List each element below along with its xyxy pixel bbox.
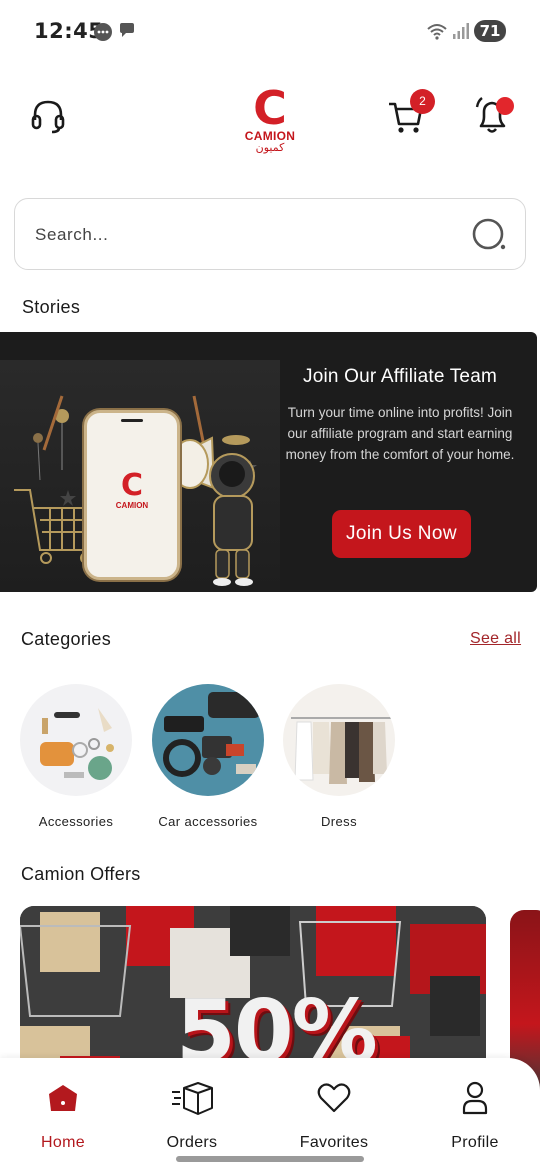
banner-title: Join Our Affiliate Team <box>303 366 497 387</box>
see-all-link[interactable]: See all <box>470 630 521 648</box>
battery-level: 71 <box>474 20 506 42</box>
signal-icon <box>453 23 469 39</box>
message-icon <box>120 23 134 37</box>
category-image <box>152 684 264 796</box>
nav-orders[interactable]: Orders <box>137 1078 247 1152</box>
home-icon <box>8 1078 118 1118</box>
nav-home-label: Home <box>41 1134 85 1151</box>
stories-title: Stories <box>22 297 81 317</box>
category-dress[interactable]: Dress <box>274 684 404 829</box>
phone-logo-letter: C <box>120 468 144 503</box>
nav-home[interactable]: Home <box>8 1078 118 1152</box>
category-car-accessories[interactable]: Car accessories <box>143 684 273 829</box>
phone-logo-name: CAMION <box>115 501 149 510</box>
category-image <box>20 684 132 796</box>
gesture-bar <box>176 1156 364 1162</box>
category-label: Accessories <box>38 814 114 829</box>
offers-title: Camion Offers <box>21 864 141 884</box>
category-label: Dress <box>321 814 357 829</box>
category-image <box>283 684 395 796</box>
camion-logo: C CAMION كميون <box>238 81 302 154</box>
chat-bubble-icon <box>94 23 112 41</box>
status-bar: 12:45 71 <box>0 0 540 62</box>
logo-arabic: كميون <box>255 141 285 154</box>
car-accessories-image <box>163 692 260 777</box>
accessories-image <box>40 708 114 780</box>
phone-mockup: C CAMION <box>84 410 180 580</box>
category-label: Car accessories <box>158 814 258 829</box>
affiliate-banner[interactable]: C CAMION Join Our Affiliate Team Turn yo… <box>0 332 537 592</box>
search-input[interactable] <box>35 219 455 251</box>
logo-letter: C <box>253 81 287 135</box>
box-icon <box>137 1078 247 1118</box>
support-button[interactable] <box>26 94 70 138</box>
home-screen: 12:45 71 C CAMION كميون 2 Search... Stor… <box>0 0 540 1170</box>
cart-count-badge: 2 <box>410 89 435 114</box>
join-us-button[interactable]: Join Us Now <box>332 510 471 558</box>
person-icon <box>420 1078 530 1118</box>
banner-text: Turn your time online into profits! Join… <box>285 405 515 462</box>
banner-illustration: C CAMION <box>0 360 280 592</box>
search-bar[interactable] <box>14 198 526 270</box>
search-icon[interactable] <box>470 216 510 256</box>
nav-orders-label: Orders <box>166 1134 218 1151</box>
nav-favorites[interactable]: Favorites <box>279 1078 389 1152</box>
bottom-navigation: Home Orders Favorites Profile <box>0 1058 540 1170</box>
category-accessories[interactable]: Accessories <box>11 684 141 829</box>
phone-notch <box>121 419 143 422</box>
wifi-icon <box>427 24 447 40</box>
dress-image <box>291 717 391 784</box>
notification-dot <box>496 97 514 115</box>
phone-logo: C CAMION <box>87 468 177 511</box>
nav-profile[interactable]: Profile <box>420 1078 530 1152</box>
headset-icon <box>31 100 65 134</box>
top-header: C CAMION كميون <box>0 80 540 160</box>
nav-profile-label: Profile <box>451 1134 499 1151</box>
categories-title: Categories <box>21 629 112 649</box>
heart-icon <box>279 1078 389 1118</box>
nav-favorites-label: Favorites <box>299 1134 369 1151</box>
